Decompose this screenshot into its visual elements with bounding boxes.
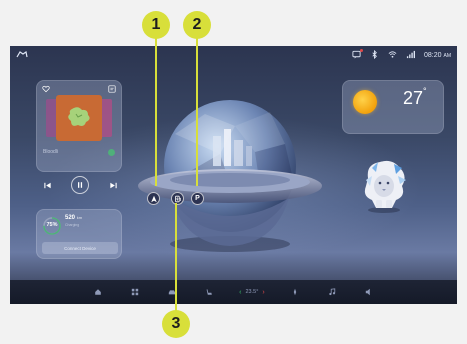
car-icon[interactable]	[165, 285, 179, 299]
sun-icon	[353, 90, 377, 114]
volume-icon[interactable]	[362, 285, 376, 299]
album-artwork-shape	[68, 107, 90, 126]
navigation-button[interactable]	[147, 192, 160, 205]
brand-logo-icon	[16, 51, 28, 58]
lion-mascot[interactable]	[358, 158, 410, 214]
wifi-icon[interactable]	[388, 50, 397, 61]
charging-status: Charging	[65, 223, 80, 227]
climate-control[interactable]: ‹ 23.5° ›	[239, 289, 265, 296]
clock-time: 08:20	[424, 52, 442, 59]
infotainment-screen: 08:20 AM Bloodli 75% 520 km Charging Con…	[10, 46, 457, 304]
callout-1: 1	[142, 11, 170, 39]
clock: 08:20 AM	[424, 52, 451, 59]
player-controls	[42, 176, 118, 194]
next-icon[interactable]	[108, 180, 118, 190]
climate-temp: 23.5°	[245, 289, 259, 295]
heart-icon[interactable]	[42, 85, 50, 93]
previous-icon[interactable]	[42, 180, 52, 190]
clock-ampm: AM	[443, 53, 452, 59]
bluetooth-icon[interactable]	[370, 49, 379, 61]
prev-album-art[interactable]	[46, 99, 56, 137]
music-card[interactable]: Bloodli	[36, 80, 122, 172]
battery-soc-text: 75%	[46, 222, 58, 228]
next-album-art[interactable]	[102, 99, 112, 137]
charging-station-button[interactable]	[171, 192, 184, 205]
callout-1-leader	[155, 38, 157, 186]
queue-icon[interactable]	[108, 85, 116, 93]
pause-button[interactable]	[71, 176, 89, 194]
weather-card[interactable]: 27°	[342, 80, 444, 134]
callout-2-leader	[196, 38, 198, 186]
temperature: 27°	[403, 86, 427, 108]
figure-frame: 08:20 AM Bloodli 75% 520 km Charging Con…	[0, 0, 467, 344]
callout-3-leader	[175, 203, 177, 311]
album-art	[56, 95, 102, 141]
range-value: 520 km	[65, 215, 83, 221]
callout-3: 3	[162, 310, 190, 338]
apps-icon[interactable]	[128, 285, 142, 299]
pause-icon	[78, 182, 83, 188]
parking-button[interactable]: P	[191, 192, 204, 205]
seat-heat-icon[interactable]	[202, 285, 216, 299]
track-title: Bloodli	[43, 149, 59, 155]
music-icon[interactable]	[325, 285, 339, 299]
message-icon[interactable]	[352, 49, 364, 61]
signal-icon	[406, 50, 416, 61]
vehicle-world-sphere[interactable]	[135, 74, 325, 264]
navigation-arrow-icon	[150, 195, 157, 202]
bottom-dock: ‹ 23.5° ›	[10, 280, 457, 304]
fan-icon[interactable]	[288, 285, 302, 299]
callout-2: 2	[183, 11, 211, 39]
status-bar: 08:20 AM	[352, 49, 451, 61]
track-status-badge	[108, 149, 115, 156]
connect-device-button[interactable]: Connect Device	[42, 242, 118, 254]
charging-station-icon	[174, 195, 181, 202]
charging-card[interactable]: 75% 520 km Charging Connect Device	[36, 209, 122, 259]
temp-down-arrow-icon[interactable]: ‹	[239, 289, 241, 296]
temp-up-arrow-icon[interactable]: ›	[262, 289, 264, 296]
home-icon[interactable]	[91, 285, 105, 299]
